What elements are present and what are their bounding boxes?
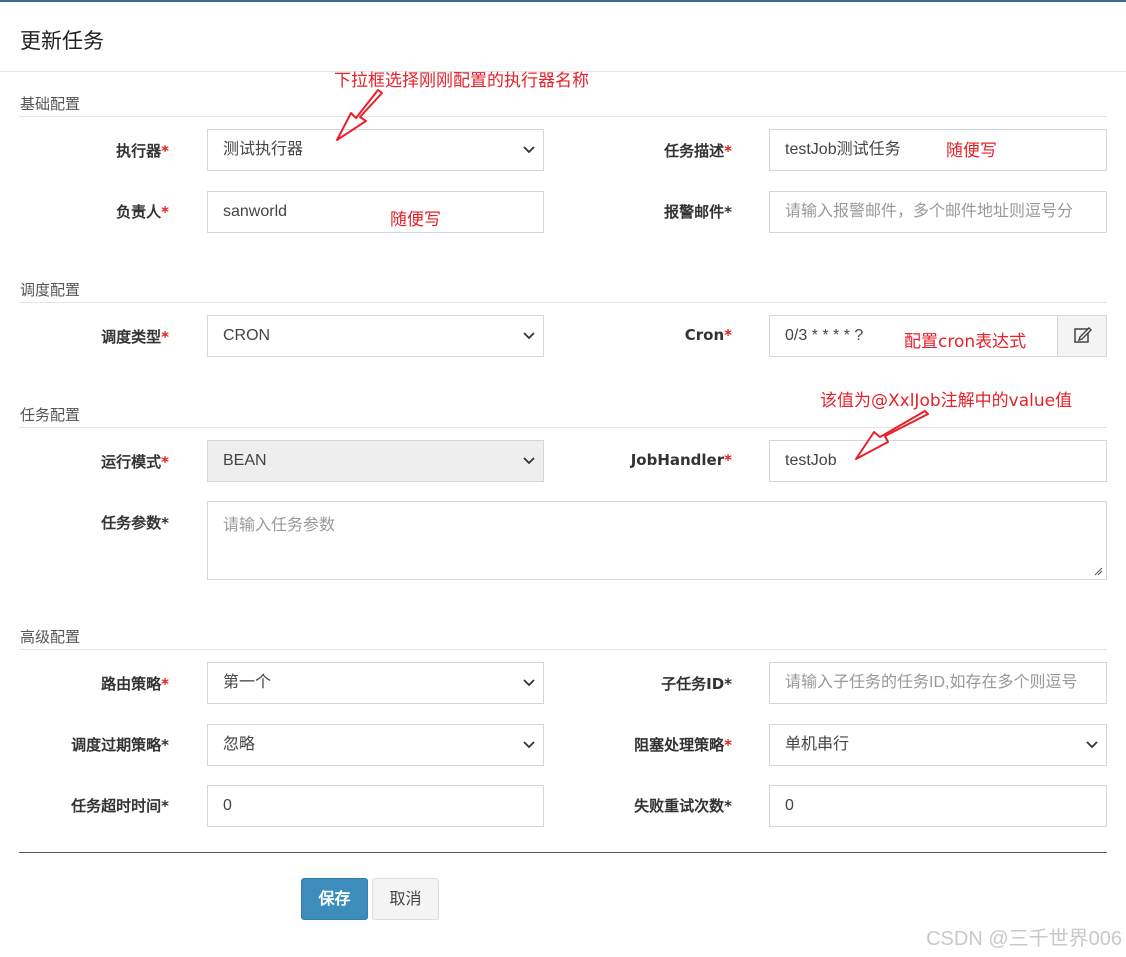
owner-input[interactable]: sanworld xyxy=(207,191,544,233)
child-job-id-label: 子任务ID* xyxy=(661,675,732,693)
fail-retry-input[interactable]: 0 xyxy=(769,785,1107,827)
annotation-cron-hint: 配置cron表达式 xyxy=(904,332,1027,352)
footer-divider xyxy=(19,852,1107,853)
chevron-down-icon xyxy=(523,741,535,749)
annotation-handler-hint: 该值为@XxlJob注解中的value值 xyxy=(820,391,1073,411)
top-border xyxy=(0,0,1126,2)
schedule-type-label: 调度类型* xyxy=(101,328,169,346)
annotation-owner-hint: 随便写 xyxy=(390,210,441,230)
job-handler-label: JobHandler* xyxy=(630,451,732,469)
chevron-down-icon xyxy=(523,332,535,340)
chevron-down-icon xyxy=(523,457,535,465)
timeout-input[interactable]: 0 xyxy=(207,785,544,827)
owner-label: 负责人* xyxy=(116,203,169,221)
section-task-divider xyxy=(19,427,1107,428)
cron-label: Cron* xyxy=(684,326,732,344)
job-handler-input[interactable]: testJob xyxy=(769,440,1107,482)
chevron-down-icon xyxy=(523,146,535,154)
annotation-executor-hint: 下拉框选择刚刚配置的执行器名称 xyxy=(334,71,589,91)
dialog-title: 更新任务 xyxy=(20,29,104,53)
save-button[interactable]: 保存 xyxy=(301,878,368,920)
job-params-label: 任务参数* xyxy=(101,514,169,532)
route-strategy-label: 路由策略* xyxy=(101,675,169,693)
misfire-strategy-select[interactable]: 忽略 xyxy=(207,724,544,766)
chevron-down-icon xyxy=(523,679,535,687)
section-advanced: 高级配置 xyxy=(20,628,81,646)
cancel-button[interactable]: 取消 xyxy=(372,878,439,920)
timeout-label: 任务超时时间* xyxy=(71,797,169,815)
alarm-email-input[interactable]: 请输入报警邮件，多个邮件地址则逗号分 xyxy=(769,191,1107,233)
watermark: CSDN @三千世界006 xyxy=(926,928,1122,950)
alarm-email-label: 报警邮件* xyxy=(664,203,732,221)
section-advanced-divider xyxy=(19,649,1107,650)
section-schedule: 调度配置 xyxy=(20,281,81,299)
executor-select[interactable]: 测试执行器 xyxy=(207,129,544,171)
chevron-down-icon xyxy=(1086,741,1098,749)
route-strategy-select[interactable]: 第一个 xyxy=(207,662,544,704)
run-mode-select[interactable]: BEAN xyxy=(207,440,544,482)
section-schedule-divider xyxy=(19,302,1107,303)
annotation-desc-hint: 随便写 xyxy=(946,141,997,161)
section-task: 任务配置 xyxy=(20,406,81,424)
fail-retry-label: 失败重试次数* xyxy=(634,797,732,815)
executor-label: 执行器* xyxy=(116,142,169,160)
job-desc-label: 任务描述* xyxy=(664,142,732,160)
job-desc-input[interactable]: testJob测试任务 xyxy=(769,129,1107,171)
job-params-textarea[interactable]: 请输入任务参数 xyxy=(207,501,1107,580)
schedule-type-select[interactable]: CRON xyxy=(207,315,544,357)
misfire-strategy-label: 调度过期策略* xyxy=(71,736,169,754)
edit-icon xyxy=(1074,327,1092,343)
child-job-id-input[interactable]: 请输入子任务的任务ID,如存在多个则逗号 xyxy=(769,662,1107,704)
cron-edit-button[interactable] xyxy=(1057,315,1107,357)
section-basic: 基础配置 xyxy=(20,95,81,113)
block-strategy-select[interactable]: 单机串行 xyxy=(769,724,1107,766)
run-mode-label: 运行模式* xyxy=(101,453,169,471)
resize-handle-icon[interactable] xyxy=(1093,566,1103,576)
section-basic-divider xyxy=(19,116,1107,117)
block-strategy-label: 阻塞处理策略* xyxy=(634,736,732,754)
